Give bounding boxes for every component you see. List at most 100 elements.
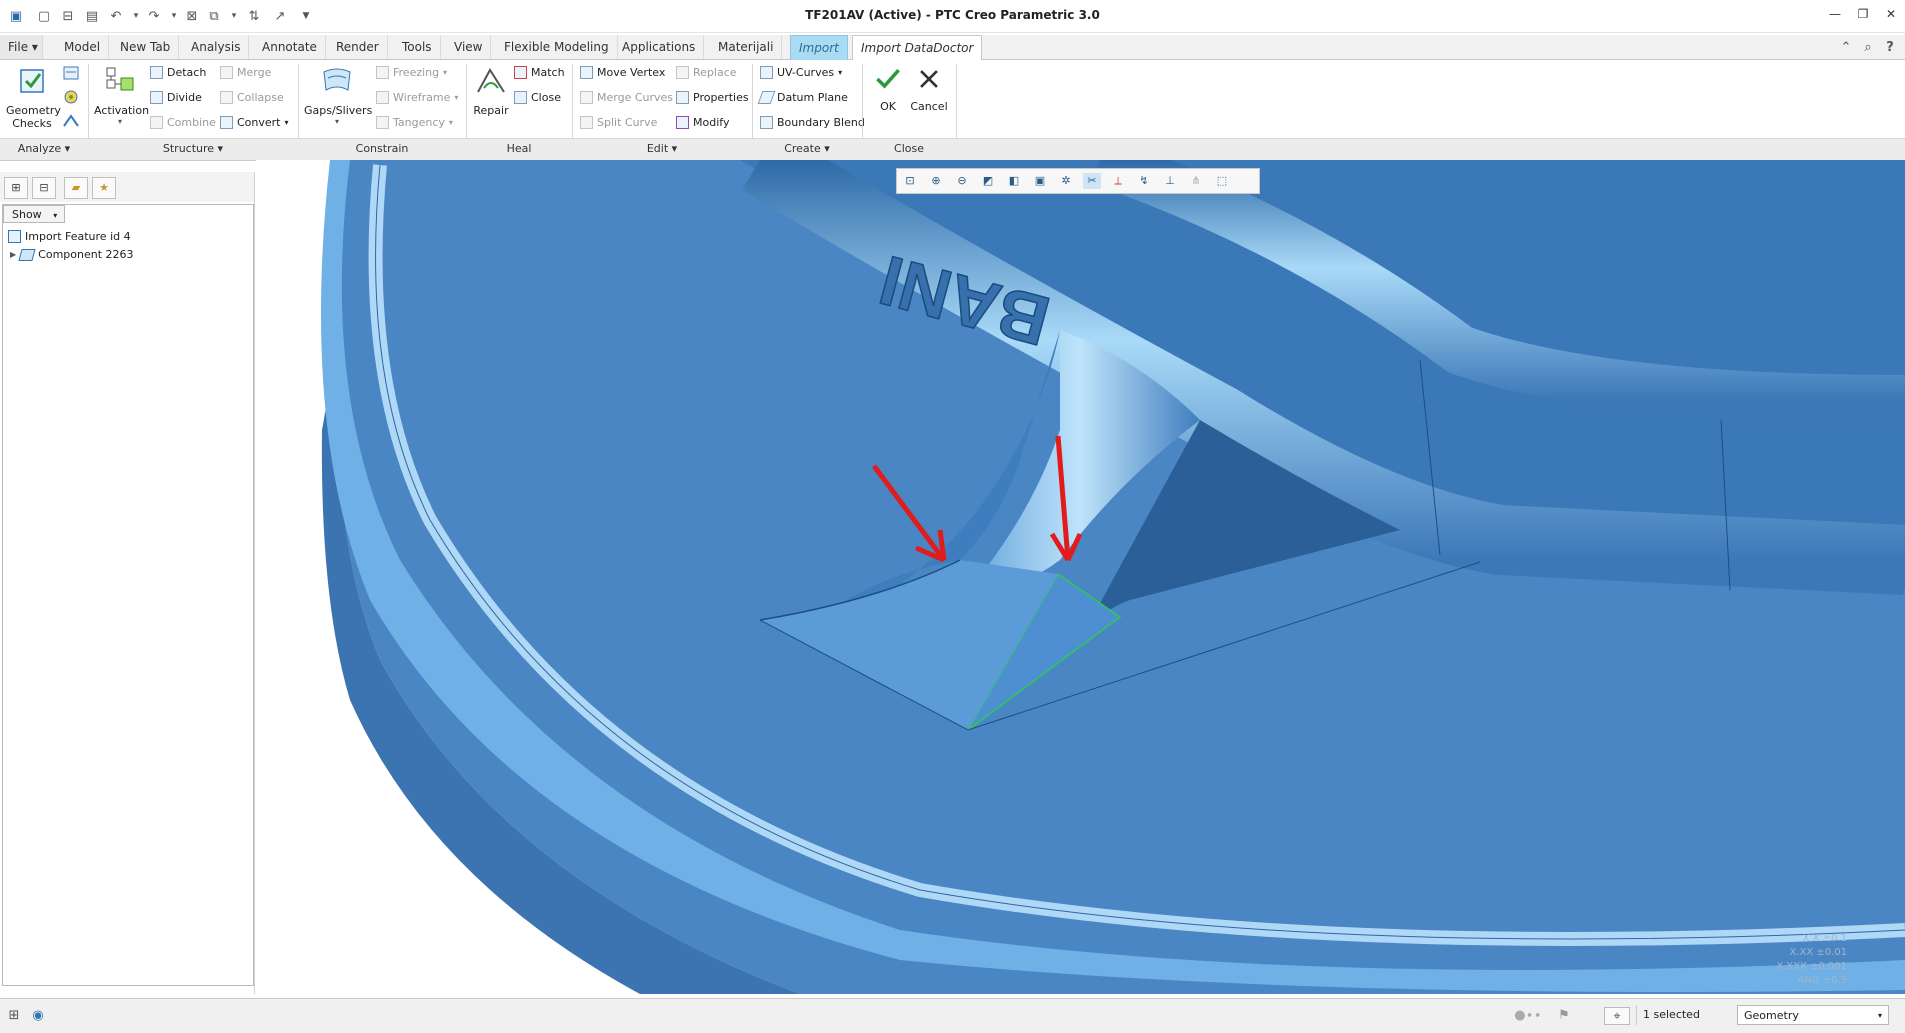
replace-button[interactable]: Replace bbox=[676, 66, 737, 79]
ribbon-tabs: File ▾ Model New Tab Analysis Annotate R… bbox=[0, 35, 1905, 61]
uv-curves-button[interactable]: UV-Curves ▾ bbox=[760, 66, 842, 79]
display-style-icon[interactable]: ◧ bbox=[1005, 173, 1023, 189]
match-button[interactable]: Match bbox=[514, 66, 565, 79]
minimize-icon[interactable]: — bbox=[1824, 7, 1846, 25]
geometry-checks-icon bbox=[20, 69, 44, 93]
tab-import-datadoctor[interactable]: Import DataDoctor bbox=[852, 35, 983, 61]
window-title: TF201AV (Active) - PTC Creo Parametric 3… bbox=[805, 8, 1100, 22]
annotation-display-icon[interactable]: ↯ bbox=[1135, 173, 1153, 189]
geometry-checks-button[interactable]: Geometry Checks bbox=[6, 64, 61, 130]
repair-button[interactable]: Repair bbox=[470, 64, 512, 117]
divide-icon bbox=[150, 91, 163, 104]
zoom-out-icon[interactable]: ⊖ bbox=[953, 173, 971, 189]
show-browser-icon[interactable]: ◉ bbox=[30, 1007, 46, 1023]
ribbon-group-labels: Analyze ▾ Structure ▾ Constrain Heal Edi… bbox=[0, 138, 1905, 161]
help-icon[interactable]: ? bbox=[1882, 39, 1898, 55]
tab-new-tab[interactable]: New Tab bbox=[112, 35, 180, 59]
properties-button[interactable]: Properties bbox=[676, 91, 749, 104]
ok-button[interactable]: OK bbox=[870, 64, 906, 113]
spin-center-icon[interactable]: ⟂ bbox=[1109, 173, 1127, 189]
tangency-button[interactable]: Tangency ▾ bbox=[376, 116, 453, 129]
tab-view[interactable]: View bbox=[446, 35, 492, 59]
gaps-slivers-button[interactable]: Gaps/Slivers ▾ bbox=[304, 64, 372, 126]
datum-display-icon[interactable]: ✂ bbox=[1083, 173, 1101, 189]
status-bar: ⊞ ◉ ●∙∙ ⚑ ⌖ bbox=[0, 998, 1905, 1033]
tab-analysis[interactable]: Analysis bbox=[183, 35, 250, 59]
view-manager-icon[interactable]: ✲ bbox=[1057, 173, 1075, 189]
group-analyze[interactable]: Analyze ▾ bbox=[0, 142, 88, 155]
merge-curves-icon bbox=[580, 91, 593, 104]
tab-materijali[interactable]: Materijali bbox=[710, 35, 783, 59]
tab-render[interactable]: Render bbox=[328, 35, 388, 59]
modify-button[interactable]: Modify bbox=[676, 116, 729, 129]
move-vertex-icon bbox=[580, 66, 593, 79]
model-tree bbox=[2, 204, 254, 986]
tab-flexible-modeling[interactable]: Flexible Modeling bbox=[496, 35, 618, 59]
refit-icon[interactable]: ⊡ bbox=[901, 173, 919, 189]
convert-button[interactable]: Convert ▾ bbox=[220, 116, 289, 129]
tab-model[interactable]: Model bbox=[56, 35, 110, 59]
analysis-small-icon-1[interactable] bbox=[62, 64, 80, 82]
merge-curves-button[interactable]: Merge Curves bbox=[580, 91, 673, 104]
model-tree-tab-icon[interactable]: ⊞ bbox=[4, 177, 28, 199]
group-edit[interactable]: Edit ▾ bbox=[572, 142, 752, 155]
move-vertex-button[interactable]: Move Vertex bbox=[580, 66, 665, 79]
import-feature-icon bbox=[8, 230, 21, 243]
tab-applications[interactable]: Applications bbox=[614, 35, 705, 59]
group-create[interactable]: Create ▾ bbox=[752, 142, 862, 155]
tangency-icon bbox=[376, 116, 389, 129]
plane-display-icon[interactable]: ⊥ bbox=[1161, 173, 1179, 189]
favorites-tab-icon[interactable]: ★ bbox=[92, 177, 116, 199]
wireframe-button[interactable]: Wireframe ▾ bbox=[376, 91, 458, 104]
analysis-small-icon-2[interactable] bbox=[62, 88, 80, 106]
restore-icon[interactable]: ❐ bbox=[1852, 7, 1874, 25]
datum-plane-button[interactable]: Datum Plane bbox=[757, 91, 848, 104]
tab-file[interactable]: File ▾ bbox=[0, 35, 43, 59]
freezing-icon bbox=[376, 66, 389, 79]
flag-icon[interactable]: ⚑ bbox=[1556, 1007, 1572, 1023]
tab-annotate[interactable]: Annotate bbox=[254, 35, 326, 59]
saved-orientations-icon[interactable]: ▣ bbox=[1031, 173, 1049, 189]
model-view[interactable]: BANI bbox=[256, 160, 1905, 994]
group-heal: Heal bbox=[506, 142, 532, 155]
repair-icon bbox=[477, 68, 505, 93]
merge-button[interactable]: Merge bbox=[220, 66, 271, 79]
group-structure[interactable]: Structure ▾ bbox=[88, 142, 298, 155]
repaint-icon[interactable]: ◩ bbox=[979, 173, 997, 189]
show-navigator-icon[interactable]: ⊞ bbox=[6, 1007, 22, 1023]
gaps-slivers-icon bbox=[323, 68, 351, 91]
minimize-ribbon-icon[interactable]: ⌃ bbox=[1838, 39, 1854, 55]
close-heal-button[interactable]: Close bbox=[514, 91, 561, 104]
axis-display-icon[interactable]: ⋔ bbox=[1187, 173, 1205, 189]
divide-button[interactable]: Divide bbox=[150, 91, 202, 104]
tree-item-import-feature[interactable]: Import Feature id 4 bbox=[8, 230, 131, 243]
cancel-button[interactable]: Cancel bbox=[908, 64, 950, 113]
find-binoculars-icon[interactable]: ⌖ bbox=[1604, 1007, 1630, 1025]
group-close: Close bbox=[894, 142, 924, 155]
tab-import[interactable]: Import bbox=[790, 35, 848, 61]
replace-icon bbox=[676, 66, 689, 79]
activation-button[interactable]: Activation ▾ bbox=[94, 64, 149, 126]
combine-button[interactable]: Combine bbox=[150, 116, 216, 129]
freezing-button[interactable]: Freezing ▾ bbox=[376, 66, 447, 79]
tree-item-component[interactable]: ▶ Component 2263 bbox=[10, 248, 134, 261]
layer-tree-tab-icon[interactable]: ⊟ bbox=[32, 177, 56, 199]
tab-tools[interactable]: Tools bbox=[394, 35, 441, 59]
graphics-window[interactable]: BANI bbox=[256, 160, 1905, 994]
expand-arrow-icon[interactable]: ▶ bbox=[10, 250, 16, 259]
selection-filter[interactable]: Geometry ▾ bbox=[1737, 1005, 1889, 1025]
group-constrain: Constrain bbox=[355, 142, 409, 155]
checkmark-icon bbox=[876, 69, 900, 89]
split-curve-button[interactable]: Split Curve bbox=[580, 116, 657, 129]
close-icon[interactable]: ✕ bbox=[1880, 7, 1902, 25]
folder-browser-tab-icon[interactable]: ▰ bbox=[64, 177, 88, 199]
zoom-in-icon[interactable]: ⊕ bbox=[927, 173, 945, 189]
show-dropdown[interactable]: Show ▾ bbox=[3, 205, 65, 223]
analysis-small-icon-3[interactable] bbox=[62, 112, 80, 130]
box-select-icon[interactable]: ⬚ bbox=[1213, 173, 1231, 189]
detach-button[interactable]: Detach bbox=[150, 66, 206, 79]
collapse-icon bbox=[220, 91, 233, 104]
search-icon[interactable]: ⌕ bbox=[1860, 39, 1876, 55]
collapse-button[interactable]: Collapse bbox=[220, 91, 284, 104]
boundary-blend-button[interactable]: Boundary Blend bbox=[760, 116, 865, 129]
